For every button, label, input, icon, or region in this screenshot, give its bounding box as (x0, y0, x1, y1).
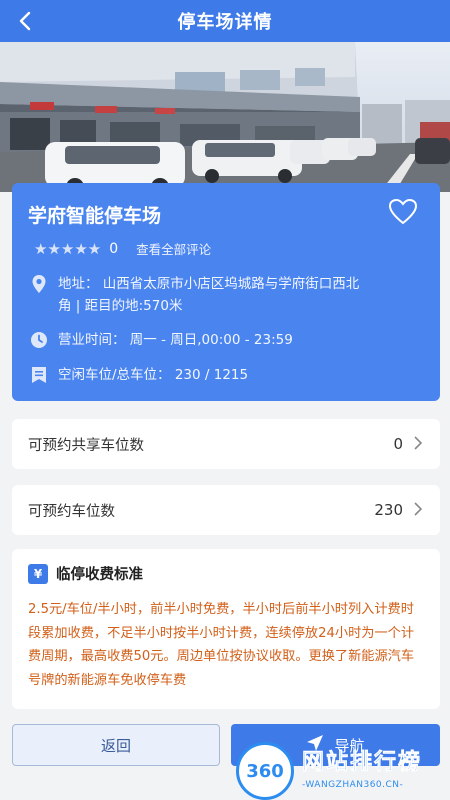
parking-icon (28, 364, 50, 386)
page-title: 停车场详情 (177, 12, 273, 33)
rating: ★★★★★ 0 查看全部评论 (34, 239, 211, 258)
yen-icon: ¥ (28, 563, 48, 584)
all-reviews-link[interactable]: 查看全部评论 (136, 239, 211, 258)
top-bar: 停车场详情 (0, 0, 450, 42)
free-total-spaces: 空闲车位/总车位： 230 / 1215 (58, 367, 249, 383)
reservable-value: 230 (374, 501, 403, 519)
fee-header: ¥ 临停收费标准 (28, 563, 424, 584)
parking-lot-photo (0, 42, 450, 192)
parking-info-card: 学府智能停车场 ★★★★★ 0 查看全部评论 地址： 山西省太原市小店区坞城路与… (12, 183, 440, 401)
shared-reservable-label: 可预约共享车位数 (28, 437, 144, 454)
location-pin-icon (28, 273, 50, 295)
watermark-logo: 360 (236, 742, 294, 800)
address-line-1: 地址： 山西省太原市小店区坞城路与学府街口西北 (58, 276, 360, 292)
chevron-right-icon (413, 435, 423, 454)
watermark-url: -WANGZHAN360.CN- (302, 780, 404, 790)
hours-row: 营业时间： 周一 - 周日,00:00 - 23:59 (28, 329, 293, 351)
fee-card: ¥ 临停收费标准 2.5元/车位/半小时，前半小时免费，半小时后前半小时列入计费… (12, 549, 440, 709)
rating-count: 0 (109, 240, 119, 257)
fee-title: 临停收费标准 (56, 567, 143, 583)
parking-name: 学府智能停车场 (28, 205, 162, 227)
shared-reservable-value: 0 (393, 435, 403, 453)
shared-reservable-row[interactable]: 可预约共享车位数 0 (12, 419, 440, 469)
back-button[interactable]: 返回 (12, 724, 220, 766)
address-row: 地址： 山西省太原市小店区坞城路与学府街口西北 角 | 距目的地:570米 (28, 273, 418, 317)
star-icon: ★★★★★ (34, 239, 102, 258)
spaces-row: 空闲车位/总车位： 230 / 1215 (28, 364, 248, 386)
chevron-right-icon (413, 501, 423, 520)
reservable-row[interactable]: 可预约车位数 230 (12, 485, 440, 535)
business-hours: 营业时间： 周一 - 周日,00:00 - 23:59 (58, 332, 293, 348)
address-line-2: 角 | 距目的地:570米 (58, 298, 183, 314)
watermark-title: 网站排行榜 (302, 750, 423, 776)
fee-description: 2.5元/车位/半小时，前半小时免费，半小时后前半小时列入计费时段累加收费，不足… (28, 602, 415, 688)
clock-icon (28, 329, 50, 351)
reservable-label: 可预约车位数 (28, 503, 115, 520)
heart-icon[interactable] (388, 197, 418, 227)
back-arrow-icon[interactable] (10, 6, 40, 36)
watermark: 360 网站排行榜 -WANGZHAN360.CN- (236, 738, 450, 800)
